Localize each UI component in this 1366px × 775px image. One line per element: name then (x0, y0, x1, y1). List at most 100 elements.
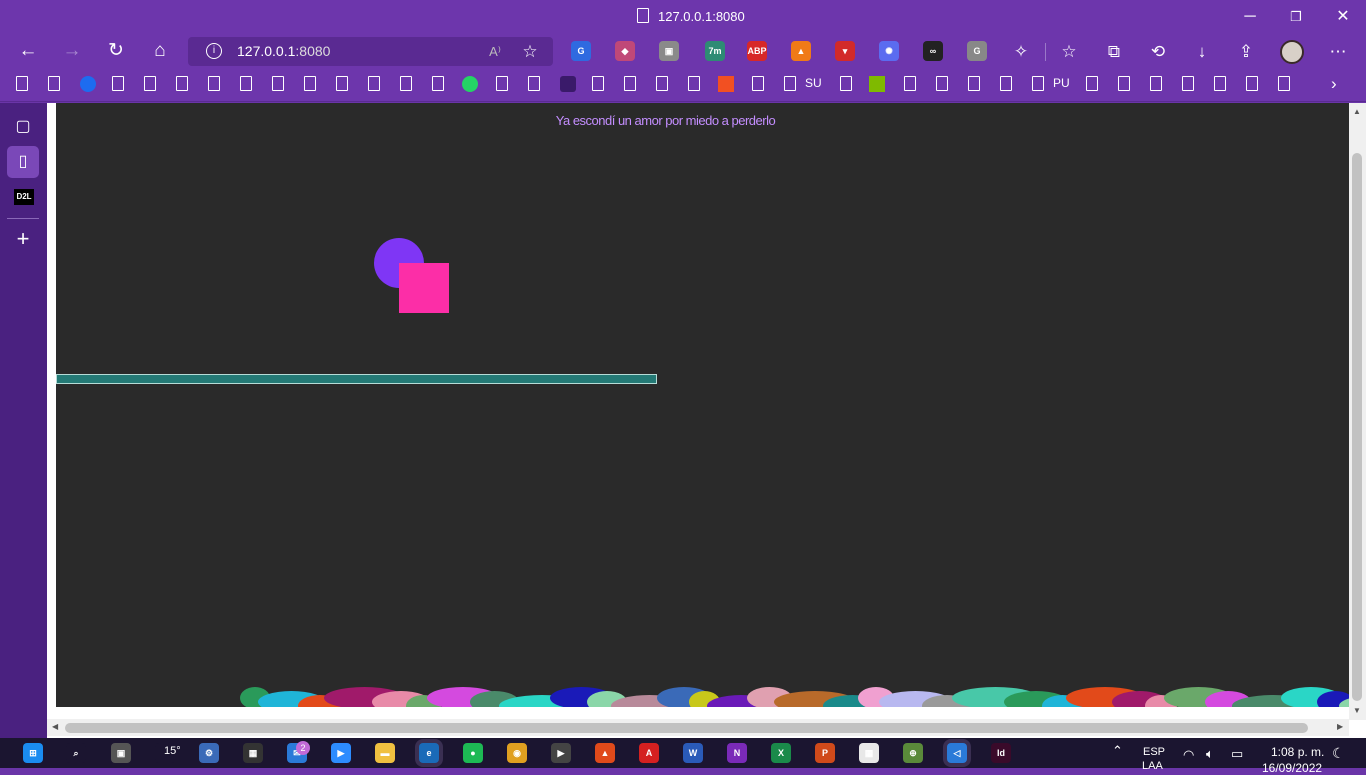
bookmark-page-icon[interactable] (432, 76, 444, 91)
battery-icon[interactable]: ▭ (1231, 746, 1243, 762)
favorites-icon[interactable]: ☆ (1058, 41, 1080, 63)
bookmark-page-icon[interactable] (936, 76, 948, 91)
bookmark-page-icon[interactable] (336, 76, 348, 91)
bookmark-page-icon[interactable] (1000, 76, 1012, 91)
bookmark-page-icon[interactable] (1118, 76, 1130, 91)
bookmark-page-icon[interactable] (16, 76, 28, 91)
profile-avatar[interactable] (1280, 40, 1304, 64)
microsoft-icon-2[interactable] (869, 76, 885, 92)
chevron-right-icon[interactable]: › (1331, 74, 1337, 94)
scroll-right-icon[interactable]: ▶ (1337, 722, 1343, 731)
bookmark-page-icon[interactable] (368, 76, 380, 91)
add-icon[interactable]: + (12, 228, 34, 250)
bookmark-page-icon[interactable] (208, 76, 220, 91)
bookmark-page-icon[interactable] (1214, 76, 1226, 91)
edge-icon[interactable]: e (419, 743, 439, 763)
scroll-up-icon[interactable]: ▲ (1353, 107, 1361, 116)
bookmark-page-icon[interactable] (1278, 76, 1290, 91)
microsoft-icon[interactable] (718, 76, 734, 92)
color-icon[interactable]: ◆ (615, 41, 635, 61)
share-icon[interactable]: ⇪ (1235, 41, 1257, 63)
chevron-up-icon[interactable]: ⌃ (1112, 743, 1123, 759)
grammar-icon[interactable]: G (967, 41, 987, 61)
info-icon[interactable]: i (206, 43, 222, 59)
brave-icon[interactable]: ▲ (595, 743, 615, 763)
adblock-icon[interactable]: ABP (747, 41, 767, 61)
keyboard-layout[interactable]: LAA (1142, 760, 1163, 772)
minimize-button[interactable]: ─ (1228, 4, 1272, 30)
sidebar-page-icon[interactable]: ▯ (12, 151, 34, 173)
url-text[interactable]: 127.0.0.1:8080 (237, 43, 330, 59)
game-canvas[interactable]: Ya escondí un amor por miedo a perderlo (56, 103, 1349, 707)
acrobat-icon[interactable]: A (639, 743, 659, 763)
collections-icon[interactable]: ⧉ (1103, 41, 1125, 63)
bookmark-page-icon[interactable] (1086, 76, 1098, 91)
vscode-icon[interactable]: ◁ (947, 743, 967, 763)
extensions-menu-icon[interactable]: ✧ (1010, 41, 1032, 63)
bookmark-page-icon[interactable] (904, 76, 916, 91)
notifications-icon[interactable]: ☾ (1332, 745, 1345, 762)
loop-icon[interactable]: ∞ (923, 41, 943, 61)
bookmark-page-icon[interactable] (592, 76, 604, 91)
maps-icon[interactable]: ⊕ (903, 743, 923, 763)
bookmark-page-icon[interactable] (528, 76, 540, 91)
explorer-icon[interactable]: ▬ (375, 743, 395, 763)
gear-flower-icon[interactable]: ✺ (879, 41, 899, 61)
bookmark-page-icon[interactable] (752, 76, 764, 91)
bookmark-blue-icon[interactable] (80, 76, 96, 92)
excel-icon[interactable]: X (771, 743, 791, 763)
bookmark-page-icon[interactable] (1182, 76, 1194, 91)
media-icon[interactable]: ▶ (551, 743, 571, 763)
vertical-scroll-thumb[interactable] (1352, 153, 1362, 701)
terminal-icon[interactable]: ▦ (243, 743, 263, 763)
bookmark-page-icon[interactable] (400, 76, 412, 91)
bookmark-page-icon[interactable] (48, 76, 60, 91)
language-indicator[interactable]: ESP (1143, 746, 1165, 758)
bookmark-page-icon[interactable] (1032, 76, 1044, 91)
weather-temp[interactable]: 15° (164, 745, 181, 757)
chrome-icon[interactable]: ◉ (507, 743, 527, 763)
bookmark-page-icon[interactable] (304, 76, 316, 91)
bookmark-page-icon[interactable] (272, 76, 284, 91)
bookmark-page-icon[interactable] (240, 76, 252, 91)
bookmark-page-icon[interactable] (176, 76, 188, 91)
clock-time[interactable]: 1:08 p. m. (1271, 745, 1324, 759)
bookmark-page-icon[interactable] (656, 76, 668, 91)
search-icon[interactable]: ⌕ (66, 743, 86, 763)
bookmark-su[interactable]: SU (805, 76, 822, 90)
spotify-icon[interactable]: ● (463, 743, 483, 763)
bookmark-page-icon[interactable] (144, 76, 156, 91)
save-icon[interactable]: ▾ (835, 41, 855, 61)
start-icon[interactable]: ⊞ (23, 743, 43, 763)
close-button[interactable]: ✕ (1321, 4, 1365, 30)
powerpoint-icon[interactable]: P (815, 743, 835, 763)
whatsapp-icon[interactable] (462, 76, 478, 92)
more-icon[interactable]: ⋯ (1327, 41, 1349, 63)
wifi-icon[interactable]: ◠ (1183, 747, 1194, 763)
refresh-button[interactable]: ↻ (103, 40, 129, 62)
restore-button[interactable]: ❐ (1274, 4, 1318, 30)
indesign-icon[interactable]: Id (991, 743, 1011, 763)
d2l-icon[interactable]: D2L (14, 189, 34, 205)
settings-icon[interactable]: ⚙ (199, 743, 219, 763)
bookmark-page-icon[interactable] (112, 76, 124, 91)
bookmark-page-icon[interactable] (624, 76, 636, 91)
word-icon[interactable]: W (683, 743, 703, 763)
read-aloud-icon[interactable]: A⁾ (484, 41, 506, 63)
calendar-icon[interactable]: ▦ (859, 743, 879, 763)
home-button[interactable]: ⌂ (147, 40, 173, 62)
bookmark-page-icon[interactable] (496, 76, 508, 91)
bookmark-page-icon[interactable] (784, 76, 796, 91)
copy-icon[interactable]: ▣ (659, 41, 679, 61)
forward-button[interactable]: → (59, 40, 85, 62)
bookmark-pu[interactable]: PU (1053, 76, 1070, 90)
back-button[interactable]: ← (15, 40, 41, 62)
horizontal-scroll-thumb[interactable] (65, 723, 1308, 733)
bookmark-page-icon[interactable] (1246, 76, 1258, 91)
tabs-icon[interactable]: ▢ (12, 116, 34, 138)
bookmark-page-icon[interactable] (968, 76, 980, 91)
translate-icon[interactable]: G (571, 41, 591, 61)
onenote-icon[interactable]: N (727, 743, 747, 763)
volume-icon[interactable]: 🔈︎ (1206, 746, 1214, 762)
bookmark-page-icon[interactable] (688, 76, 700, 91)
